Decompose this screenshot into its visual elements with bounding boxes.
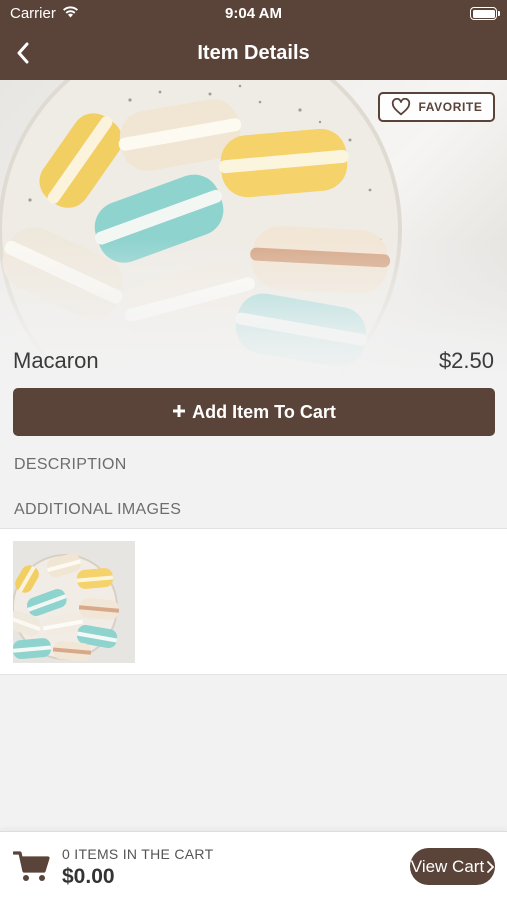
description-heading: DESCRIPTION: [14, 456, 127, 473]
add-to-cart-label: Add Item To Cart: [192, 401, 336, 422]
nav-bar: Item Details: [0, 28, 507, 80]
cart-total: $0.00: [62, 865, 115, 888]
cart-item-count: 0 ITEMS IN THE CART: [62, 846, 214, 862]
add-to-cart-button[interactable]: Add Item To Cart: [13, 388, 495, 436]
item-hero-image: [0, 80, 507, 380]
item-price: $2.50: [438, 348, 494, 373]
additional-images-list: [0, 528, 507, 675]
additional-images-heading: ADDITIONAL IMAGES: [14, 501, 182, 518]
view-cart-label: View Cart: [410, 856, 485, 876]
cart-summary-bar: 0 ITEMS IN THE CART $0.00 View Cart: [0, 831, 507, 900]
view-cart-button[interactable]: View Cart: [410, 848, 495, 885]
favorite-label: FAVORITE: [418, 100, 483, 114]
cart-icon: [12, 850, 51, 889]
additional-image-thumbnail[interactable]: [13, 541, 135, 663]
status-bar: Carrier 9:04 AM: [0, 0, 507, 28]
heart-icon: [391, 98, 410, 116]
status-time: 9:04 AM: [225, 5, 282, 22]
plus-icon: [172, 402, 186, 423]
page-title: Item Details: [197, 42, 310, 64]
item-name: Macaron: [13, 348, 99, 373]
chevron-right-icon: [487, 860, 495, 873]
favorite-button[interactable]: FAVORITE: [378, 92, 495, 122]
battery-icon: [470, 7, 500, 20]
